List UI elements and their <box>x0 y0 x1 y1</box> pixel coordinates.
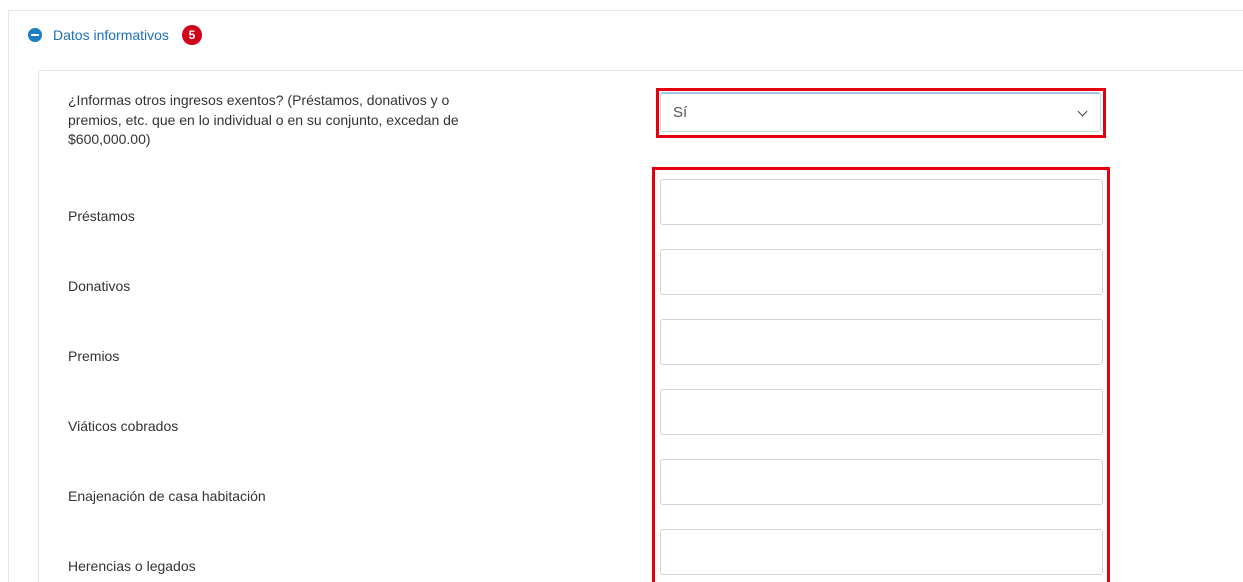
count-badge: 5 <box>181 25 202 45</box>
premios-input[interactable] <box>660 319 1103 365</box>
viaticos-cobrados-input[interactable] <box>660 389 1103 435</box>
label-viaticos-cobrados: Viáticos cobrados <box>68 418 179 434</box>
herencias-legados-input[interactable] <box>660 529 1103 575</box>
chevron-down-icon[interactable] <box>1077 106 1088 117</box>
prestamos-input[interactable] <box>660 179 1103 225</box>
enajenacion-casa-habitacion-input[interactable] <box>660 459 1103 505</box>
select-value: Sí <box>673 104 688 121</box>
section-title[interactable]: Datos informativos <box>53 27 169 43</box>
otros-ingresos-select[interactable]: Sí <box>660 92 1101 132</box>
label-prestamos: Préstamos <box>68 208 135 224</box>
label-donativos: Donativos <box>68 278 131 294</box>
minus-circle-icon[interactable] <box>28 28 42 42</box>
panel-top-border <box>8 10 1243 11</box>
donativos-input[interactable] <box>660 249 1103 295</box>
panel-left-border <box>8 10 9 582</box>
label-enajenacion-casa-habitacion: Enajenación de casa habitación <box>68 488 266 504</box>
question-label: ¿Informas otros ingresos exentos? (Prést… <box>68 92 459 147</box>
section-header-datos-informativos[interactable]: Datos informativos 5 <box>28 25 202 45</box>
page: Datos informativos 5 ¿Informas otros ing… <box>0 0 1243 582</box>
select-wrapper: Sí <box>656 88 1106 138</box>
label-premios: Premios <box>68 348 120 364</box>
label-herencias-legados: Herencias o legados <box>68 558 196 574</box>
